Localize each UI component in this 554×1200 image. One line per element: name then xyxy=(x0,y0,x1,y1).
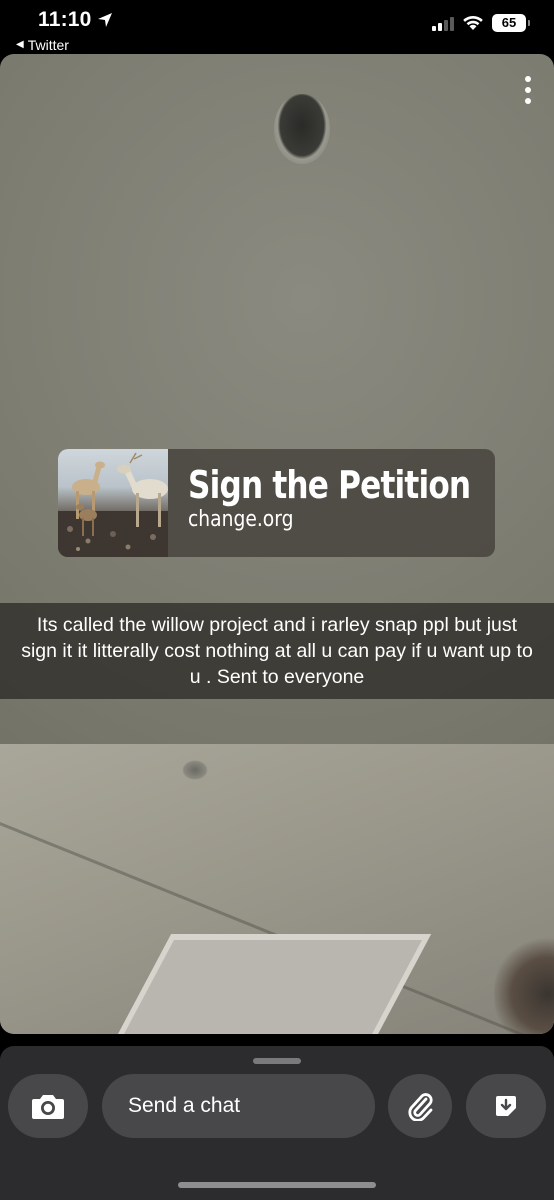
back-to-app-link[interactable]: ◀ Twitter xyxy=(16,37,69,53)
paperclip-icon xyxy=(408,1093,433,1121)
status-bar: 11:10 ◀ Twitter 65 xyxy=(0,0,554,54)
back-caret-icon: ◀ xyxy=(16,39,24,50)
time-text: 11:10 xyxy=(38,8,92,31)
location-arrow-icon xyxy=(97,13,112,27)
send-chat-input[interactable]: Send a chat xyxy=(102,1074,375,1138)
cellular-signal-icon xyxy=(432,15,454,31)
camera-icon xyxy=(32,1095,64,1119)
petition-thumbnail xyxy=(58,449,168,557)
wifi-icon xyxy=(463,15,483,30)
snap-photo-ceiling-sensor xyxy=(182,760,208,780)
petition-text: Sign the Petition change.org xyxy=(168,449,495,557)
attach-button[interactable] xyxy=(388,1074,452,1138)
camera-button[interactable] xyxy=(8,1074,88,1138)
petition-title: Sign the Petition xyxy=(188,463,471,507)
petition-site: change.org xyxy=(188,507,294,532)
clock: 11:10 xyxy=(38,8,113,32)
snap-view[interactable]: Sign the Petition change.org xyxy=(0,54,554,1034)
chat-bar: Send a chat xyxy=(0,1046,554,1200)
status-indicators: 65 xyxy=(432,14,530,32)
home-indicator[interactable] xyxy=(178,1182,376,1188)
petition-link-sticker[interactable]: Sign the Petition change.org xyxy=(58,449,495,557)
more-vertical-icon[interactable] xyxy=(522,76,534,104)
drag-handle[interactable] xyxy=(253,1058,301,1064)
sticker-icon xyxy=(496,1096,516,1116)
screen: 11:10 ◀ Twitter 65 Sign the Petition cha… xyxy=(0,0,554,1200)
sticker-button[interactable] xyxy=(466,1074,546,1138)
snap-photo-ceiling-fixture xyxy=(274,94,330,164)
battery-icon: 65 xyxy=(492,14,530,32)
back-app-label: Twitter xyxy=(27,37,69,53)
snap-caption: Its called the willow project and i rarl… xyxy=(0,603,554,699)
